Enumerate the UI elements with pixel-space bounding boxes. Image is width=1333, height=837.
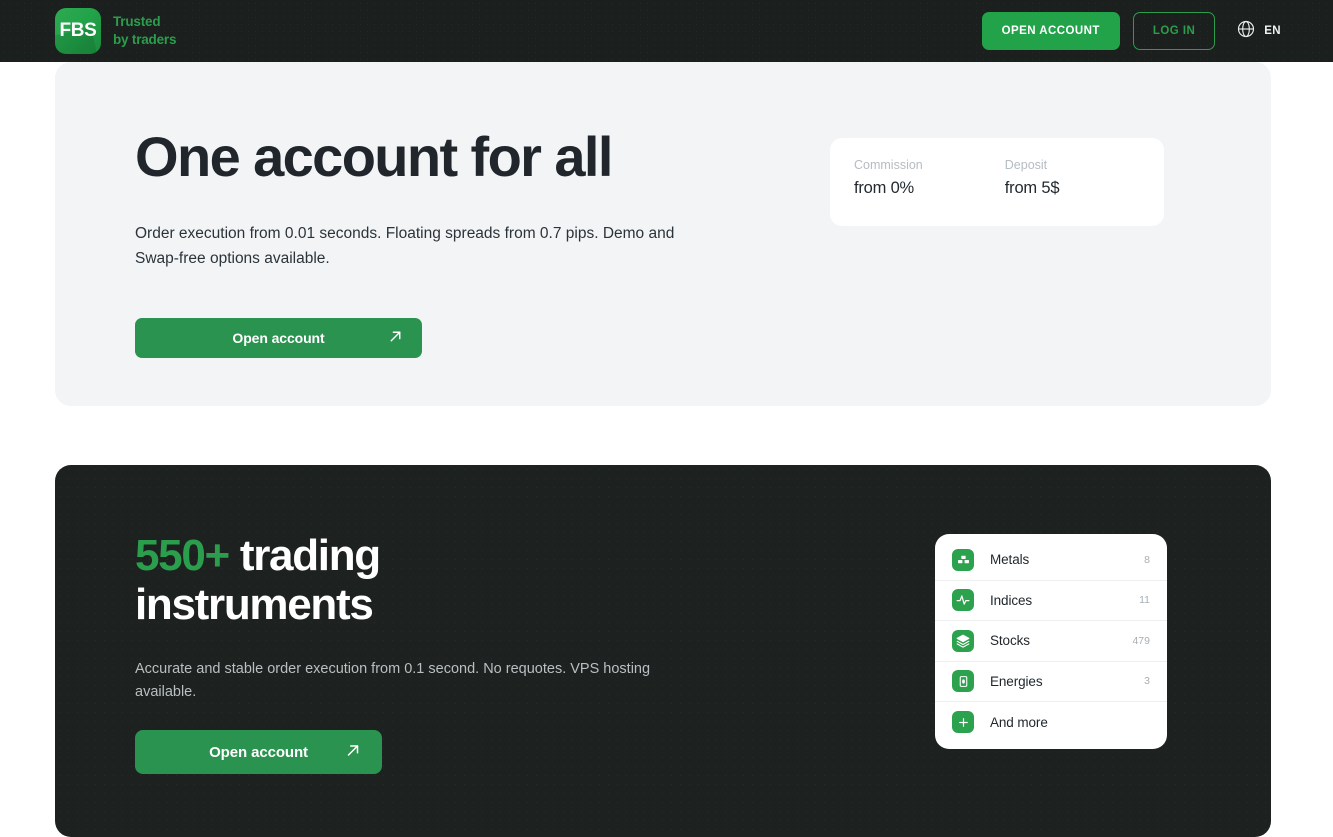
language-switcher[interactable]: EN [1236, 19, 1281, 44]
language-code: EN [1264, 25, 1281, 37]
logo-mark-text: FBS [59, 20, 97, 41]
metals-icon [952, 548, 974, 571]
info-item-commission: Commission from 0% [854, 158, 923, 226]
site-header: FBS Trusted by traders OPEN ACCOUNT LOG … [0, 0, 1333, 62]
stocks-icon [952, 629, 974, 652]
info-item-deposit: Deposit from 5$ [1005, 158, 1060, 226]
open-account-instruments-button[interactable]: Open account [135, 730, 382, 774]
commission-label: Commission [854, 158, 923, 172]
logo-tagline-line1: Trusted [113, 14, 161, 30]
page-title: One account for all [135, 125, 613, 188]
instruments-title: 550+ trading instruments [135, 531, 615, 630]
open-account-hero-label: Open account [232, 330, 325, 346]
open-account-instruments-label: Open account [209, 743, 308, 761]
log-in-button[interactable]: LOG IN [1132, 12, 1216, 50]
open-account-header-button[interactable]: OPEN ACCOUNT [981, 12, 1120, 50]
indices-icon [952, 589, 974, 612]
list-item[interactable]: And more [935, 702, 1167, 743]
commission-value: from 0% [854, 179, 915, 197]
list-item-label: And more [990, 714, 1048, 730]
list-item[interactable]: Metals 8 [935, 540, 1167, 581]
list-item-label: Energies [990, 673, 1043, 689]
hero-section: One account for all Order execution from… [55, 62, 1271, 406]
account-info-card: Commission from 0% Deposit from 5$ [830, 138, 1164, 226]
list-item-count: 3 [1144, 675, 1150, 688]
list-item-count: 11 [1139, 594, 1150, 607]
list-item-count: 8 [1144, 553, 1150, 566]
logo[interactable]: FBS Trusted by traders [55, 8, 176, 54]
header-actions: OPEN ACCOUNT LOG IN EN [981, 12, 1281, 50]
list-item-label: Metals [990, 552, 1030, 568]
list-item[interactable]: Energies 3 [935, 662, 1167, 702]
instruments-subtitle: Accurate and stable order execution from… [135, 661, 651, 701]
logo-tagline-line2: by traders [113, 32, 177, 47]
deposit-value: from 5$ [1004, 179, 1060, 197]
instruments-count-accent: 550+ [135, 531, 230, 580]
hero-subtitle: Order execution from 0.01 seconds. Float… [135, 225, 675, 267]
energies-icon [952, 670, 974, 693]
deposit-label: Deposit [1004, 158, 1048, 172]
list-item[interactable]: Indices 11 [935, 581, 1167, 621]
arrow-up-right-icon [387, 328, 404, 348]
plus-icon [952, 711, 974, 734]
globe-icon [1236, 19, 1256, 44]
list-item-label: Stocks [990, 633, 1030, 649]
instrument-list: Metals 8 Indices 11 Stocks 479 Energies … [935, 534, 1167, 749]
list-item-label: Indices [990, 592, 1033, 608]
list-item-count: 479 [1132, 634, 1150, 647]
instruments-section: 550+ trading instruments Accurate and st… [55, 465, 1271, 837]
open-account-hero-button[interactable]: Open account [135, 318, 422, 358]
arrow-up-right-icon [344, 742, 362, 763]
list-item[interactable]: Stocks 479 [935, 621, 1167, 662]
logo-tagline: Trusted by traders [113, 13, 176, 48]
fbs-logo-icon: FBS [55, 8, 101, 54]
